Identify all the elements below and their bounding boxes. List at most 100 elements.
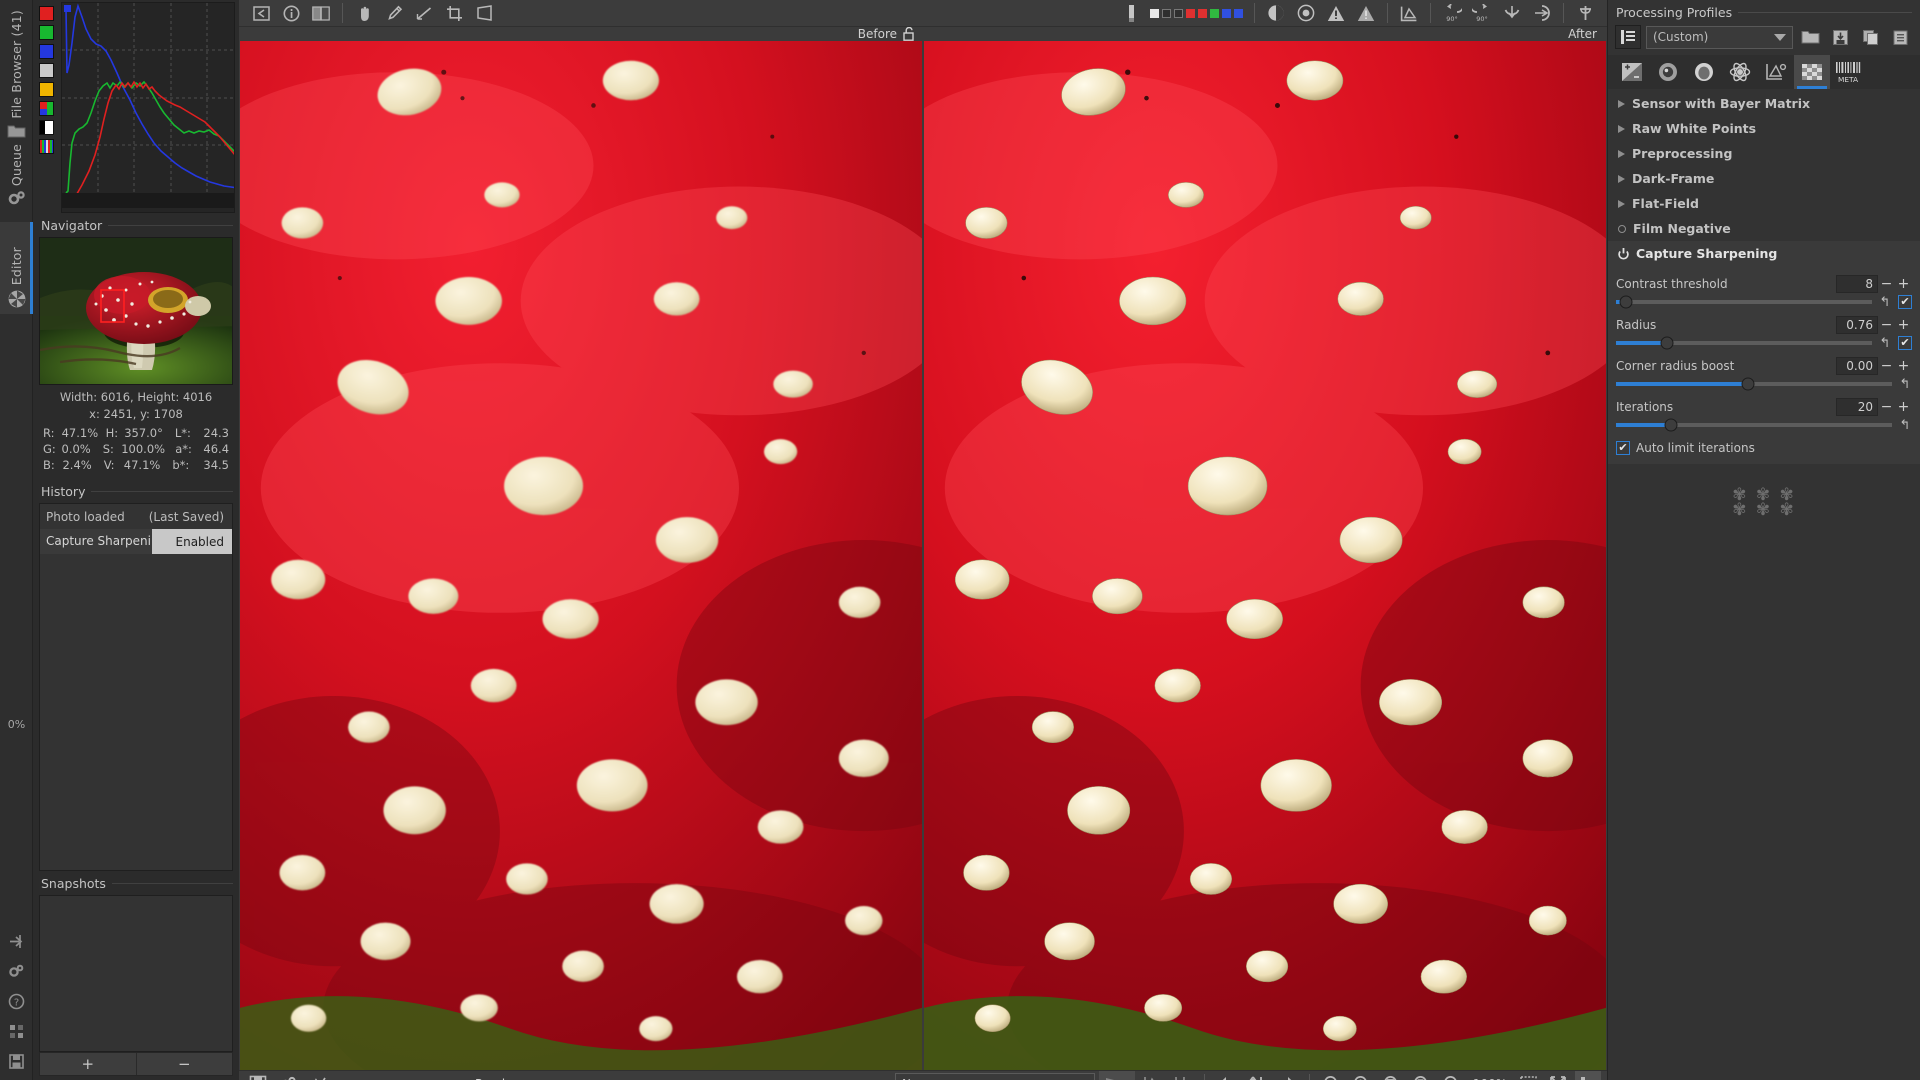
sidebar-item-editor[interactable]: Editor — [0, 222, 33, 314]
tool-raw-white-points[interactable]: Raw White Points — [1608, 116, 1920, 141]
preview-mode-select[interactable]: None — [895, 1072, 1095, 1080]
save-icon[interactable] — [0, 1046, 33, 1076]
tool-preprocessing[interactable]: Preprocessing — [1608, 141, 1920, 166]
highlight-clipping-icon[interactable] — [1292, 0, 1320, 26]
remove-snapshot-button[interactable]: − — [135, 1053, 233, 1075]
histogram-rgb-indicator-toggle[interactable] — [39, 139, 54, 154]
zoom-fit-crop-icon[interactable] — [1409, 1071, 1435, 1080]
tool-flat-field[interactable]: Flat-Field — [1608, 191, 1920, 216]
flip-vertical-icon[interactable] — [1498, 0, 1526, 26]
hide-right-panel-icon[interactable] — [1575, 1071, 1601, 1080]
navigator-thumbnail[interactable] — [39, 237, 233, 385]
zoom-out-icon[interactable] — [1319, 1071, 1345, 1080]
hand-tool-icon[interactable] — [350, 0, 378, 26]
slider-decrement[interactable]: − — [1878, 357, 1895, 375]
histogram-bar-toggle[interactable] — [39, 120, 54, 135]
before-after-icon[interactable] — [307, 0, 335, 26]
histogram-luminance-toggle[interactable] — [39, 63, 54, 78]
sidebar-item-file-browser[interactable]: File Browser (41) — [0, 6, 33, 143]
highlight-warning-icon[interactable] — [1352, 0, 1380, 26]
add-snapshot-button[interactable]: + — [40, 1053, 136, 1075]
editor-external-icon[interactable] — [305, 1071, 331, 1080]
slider-value[interactable]: 0.76 — [1836, 315, 1878, 334]
zoom-100-icon[interactable]: 1:1 — [1439, 1071, 1465, 1080]
tab-metadata[interactable]: META — [1830, 55, 1866, 89]
profile-menu-icon[interactable] — [1615, 25, 1641, 49]
info-icon[interactable] — [277, 0, 305, 26]
tool-sensor-bayer[interactable]: Sensor with Bayer Matrix — [1608, 91, 1920, 116]
zoom-in-icon[interactable] — [1349, 1071, 1375, 1080]
tool-dark-frame[interactable]: Dark-Frame — [1608, 166, 1920, 191]
paste-profile-icon[interactable] — [1888, 25, 1913, 49]
history-row-selected[interactable]: Capture Sharpeni... Enabled — [40, 529, 232, 554]
save-profile-icon[interactable] — [1828, 25, 1853, 49]
slider-track[interactable] — [1616, 295, 1872, 309]
slider-decrement[interactable]: − — [1878, 398, 1895, 416]
auto-limit-iterations-row[interactable]: ✔ Auto limit iterations — [1616, 435, 1912, 457]
fullscreen-icon[interactable] — [1545, 1071, 1571, 1080]
history-list[interactable]: Photo loaded (Last Saved) Capture Sharpe… — [39, 503, 233, 871]
tab-detail[interactable] — [1650, 55, 1686, 89]
load-profile-icon[interactable] — [1798, 25, 1823, 49]
reset-icon[interactable]: ↰ — [1898, 418, 1912, 433]
slider-decrement[interactable]: − — [1878, 316, 1895, 334]
detail-window-icon[interactable] — [1515, 1071, 1541, 1080]
histogram-blue-toggle[interactable] — [39, 44, 54, 59]
next-image-icon[interactable] — [1274, 1071, 1300, 1080]
send-to-queue-icon[interactable] — [0, 926, 33, 956]
slider-value[interactable]: 0.00 — [1836, 356, 1878, 375]
histogram-green-toggle[interactable] — [39, 25, 54, 40]
perspective-icon[interactable] — [470, 0, 498, 26]
tab-color[interactable] — [1686, 55, 1722, 89]
flip-horizontal-icon[interactable] — [1528, 0, 1556, 26]
focus-mask-icon[interactable] — [1139, 1071, 1165, 1080]
rotate-left-icon[interactable]: 90° — [1438, 0, 1466, 26]
zoom-fit-icon[interactable] — [1379, 1071, 1405, 1080]
neutral-preview-icon[interactable] — [1099, 1071, 1135, 1080]
clipping-mask-icon[interactable] — [1169, 1071, 1195, 1080]
tab-transform[interactable] — [1758, 55, 1794, 89]
hide-panels-icon[interactable] — [247, 0, 275, 26]
slider-track[interactable] — [1616, 377, 1892, 391]
tab-exposure[interactable] — [1614, 55, 1650, 89]
slider-increment[interactable]: + — [1895, 357, 1912, 375]
histogram-plot[interactable] — [61, 2, 235, 213]
profile-select[interactable]: (Custom) — [1646, 25, 1793, 49]
metadata-icon[interactable] — [1571, 0, 1599, 26]
tab-advanced[interactable] — [1722, 55, 1758, 89]
slider-value[interactable]: 8 — [1836, 274, 1878, 293]
sidebar-item-queue[interactable]: Queue — [0, 140, 33, 211]
shadow-clipping-icon[interactable] — [1262, 0, 1290, 26]
reset-icon[interactable]: ↰ — [1878, 336, 1892, 351]
previous-image-icon[interactable] — [1214, 1071, 1240, 1080]
history-row[interactable]: Photo loaded (Last Saved) — [40, 504, 232, 529]
auto-limit-iterations-checkbox[interactable]: ✔ — [1616, 441, 1630, 455]
snapshots-list[interactable] — [39, 895, 233, 1052]
tool-film-negative[interactable]: Film Negative — [1608, 216, 1920, 241]
slider-track[interactable] — [1616, 336, 1872, 350]
after-image-pane[interactable] — [924, 41, 1606, 1071]
crop-icon[interactable] — [440, 0, 468, 26]
slider-track[interactable] — [1616, 418, 1892, 432]
reset-icon[interactable]: ↰ — [1878, 295, 1892, 310]
power-on-icon[interactable] — [1618, 247, 1629, 260]
save-image-icon[interactable] — [245, 1071, 271, 1080]
help-icon[interactable]: ? — [0, 986, 33, 1016]
copy-profile-icon[interactable] — [1858, 25, 1883, 49]
gamut-warning-icon[interactable] — [1395, 0, 1423, 26]
reset-icon[interactable]: ↰ — [1898, 377, 1912, 392]
queue-icon[interactable] — [275, 1071, 301, 1080]
slider-value[interactable]: 20 — [1836, 397, 1878, 416]
before-image-pane[interactable] — [240, 41, 922, 1071]
auto-checkbox[interactable]: ✔ — [1898, 295, 1912, 309]
color-picker-icon[interactable] — [380, 0, 408, 26]
histogram-red-toggle[interactable] — [39, 6, 54, 21]
indicate-clipped-icon[interactable] — [1120, 0, 1148, 26]
histogram-raw-toggle[interactable] — [39, 101, 54, 116]
unlocked-icon[interactable] — [903, 27, 914, 41]
slider-decrement[interactable]: − — [1878, 275, 1895, 293]
power-off-icon[interactable] — [1618, 224, 1626, 233]
sort-icon[interactable] — [1244, 1071, 1270, 1080]
straighten-icon[interactable] — [410, 0, 438, 26]
preferences-icon[interactable] — [0, 956, 33, 986]
